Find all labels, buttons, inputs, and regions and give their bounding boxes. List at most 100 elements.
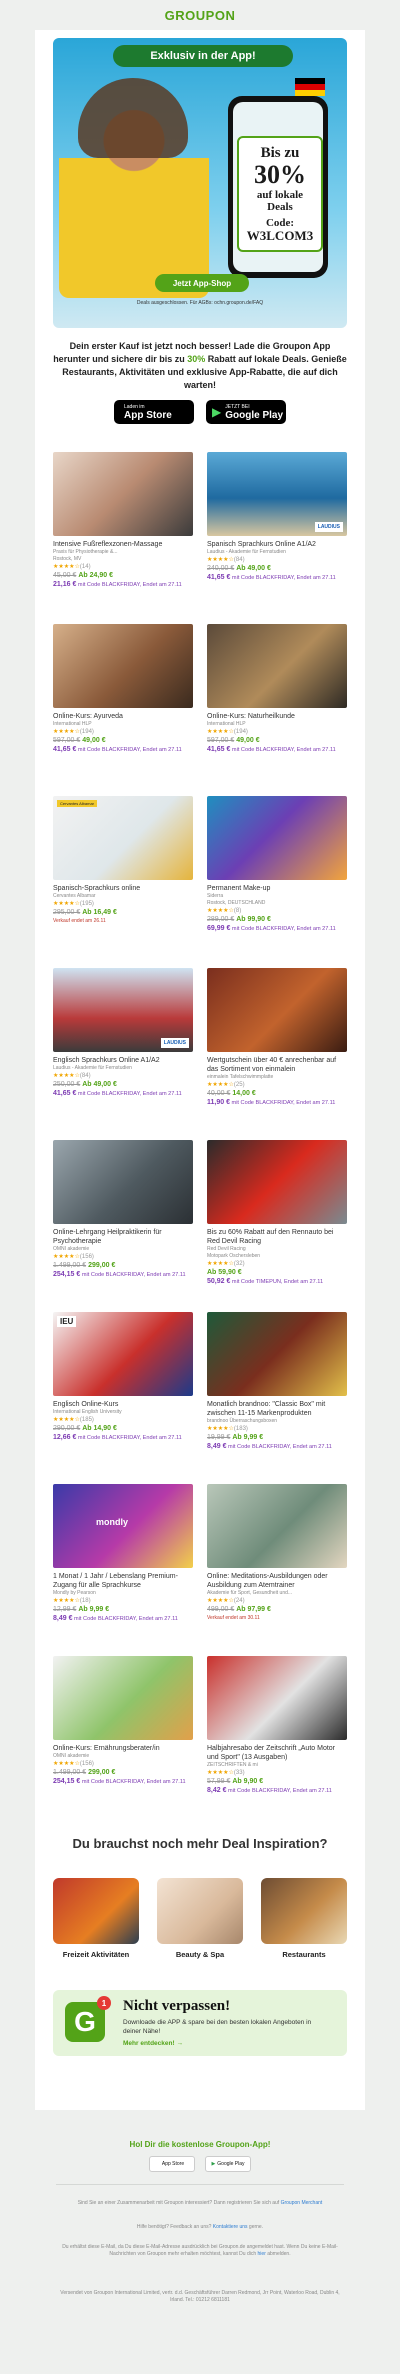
- deal-card[interactable]: Online-Lehrgang Heilpraktikerin für Psyc…: [53, 1140, 193, 1279]
- beauty-image: [157, 1878, 243, 1944]
- new-price: Ab 16,49 €: [82, 909, 117, 916]
- inspiration-freizeit[interactable]: Freizeit Aktivitäten: [53, 1878, 139, 1959]
- deal-title[interactable]: Online-Kurs: Naturheilkunde: [207, 712, 347, 721]
- deal-title[interactable]: Spanisch Sprachkurs Online A1/A2: [207, 540, 347, 549]
- deal-image[interactable]: IEU: [53, 1312, 193, 1396]
- deal-merchant: Red Devil Racing: [207, 1246, 246, 1252]
- deal-image[interactable]: LAUDIUS: [53, 968, 193, 1052]
- deal-title[interactable]: Spanisch-Sprachkurs online: [53, 884, 193, 893]
- deal-card[interactable]: Cervantes Albamar Spanisch-Sprachkurs onl…: [53, 796, 193, 925]
- deal-title[interactable]: Online: Meditations-Ausbildungen oder Au…: [207, 1572, 347, 1590]
- deal-merchant: ZEITSCHRIFTEN & mi: [207, 1762, 258, 1768]
- star-icons: ★★★★☆: [207, 557, 234, 563]
- app-shop-button[interactable]: Jetzt App-Shop: [155, 274, 249, 292]
- deal-card[interactable]: LAUDIUS Englisch Sprachkurs Online A1/A2 L…: [53, 968, 193, 1098]
- deal-merchant: International English University: [53, 1409, 122, 1415]
- promo-price: 12,66 €: [53, 1434, 77, 1441]
- footer-google-play-button[interactable]: ▶ Google Play: [205, 2156, 251, 2172]
- deal-card[interactable]: Wertgutschein über 40 € anrechenbar auf …: [207, 968, 347, 1107]
- deal-title[interactable]: Halbjahresabo der Zeitschrift „Auto Moto…: [207, 1744, 347, 1762]
- rating-stars: ★★★★☆(185): [53, 1416, 193, 1424]
- deal-title[interactable]: Online-Kurs: Ayurveda: [53, 712, 193, 721]
- deal-title[interactable]: 1 Monat / 1 Jahr / Lebenslang Premium-Zu…: [53, 1572, 193, 1590]
- rating-stars: ★★★★☆(14): [53, 563, 193, 571]
- deal-title[interactable]: Bis zu 60% Rabatt auf den Rennauto bei R…: [207, 1228, 347, 1246]
- deal-card[interactable]: Online-Kurs: Naturheilkunde International…: [207, 624, 347, 754]
- inspiration-restaurants[interactable]: Restaurants: [261, 1878, 347, 1959]
- offer-line-1: Bis zu: [260, 145, 300, 161]
- deal-card[interactable]: Online: Meditations-Ausbildungen oder Au…: [207, 1484, 347, 1622]
- deal-card[interactable]: Online-Kurs: Ayurveda International HLP ★★…: [53, 624, 193, 754]
- deal-image[interactable]: [207, 624, 347, 708]
- deal-image[interactable]: LAUDIUS: [207, 452, 347, 536]
- star-icons: ★★★★☆: [53, 564, 80, 570]
- promo-price: 41,65 €: [207, 574, 231, 581]
- deal-image[interactable]: Cervantes Albamar: [53, 796, 193, 880]
- app-promo-box[interactable]: G 1 Nicht verpassen! Downloade die APP &…: [53, 1990, 347, 2056]
- promo-code-line: 50,92 € mit Code TIMEPUN, Endet am 27.11: [207, 1278, 347, 1286]
- sale-expiry: Verkauf endet am 26.11: [53, 918, 106, 924]
- offer-code: W3LCOM3: [246, 228, 314, 243]
- footer-line-2: Hilfe benötigt? Feedback an uns?: [136, 2224, 212, 2230]
- rating-count: (8): [233, 908, 242, 914]
- promo-code-text: mit Code BLACKFRIDAY, Endet am 27.11: [231, 1100, 336, 1106]
- google-play-button[interactable]: ▶ JETZT BEI Google Play: [206, 400, 286, 424]
- promo-code-text: mit Code BLACKFRIDAY, Endet am 27.11: [231, 575, 336, 581]
- deal-card[interactable]: Intensive Fußreflexzonen-Massage Praxis f…: [53, 452, 193, 589]
- deal-card[interactable]: LAUDIUS Spanisch Sprachkurs Online A1/A2 L…: [207, 452, 347, 582]
- star-icons: ★★★★☆: [53, 1254, 80, 1260]
- deal-image[interactable]: [53, 624, 193, 708]
- hair-shape: [78, 78, 188, 158]
- deal-image[interactable]: [207, 1484, 347, 1568]
- deal-merchant: OMNI akademie: [53, 1753, 90, 1759]
- hero-banner-title: Exklusiv in der App!: [113, 45, 293, 67]
- deal-title[interactable]: Intensive Fußreflexzonen-Massage: [53, 540, 193, 549]
- groupon-logo[interactable]: GROUPON: [165, 8, 236, 23]
- deal-image[interactable]: [53, 1656, 193, 1740]
- deal-image[interactable]: [207, 796, 347, 880]
- deal-price: 12,99 € Ab 9,99 €: [53, 1605, 193, 1615]
- deal-title[interactable]: Permanent Make-up: [207, 884, 347, 893]
- rating-count: (156): [79, 1254, 94, 1260]
- rating-stars: ★★★★☆(194): [53, 728, 193, 736]
- deal-title[interactable]: Englisch Sprachkurs Online A1/A2: [53, 1056, 193, 1065]
- deal-card[interactable]: Permanent Make-up Siderra Rostock, DEUTSCH…: [207, 796, 347, 933]
- promo-code-text: mit Code BLACKFRIDAY, Endet am 27.11: [81, 1272, 186, 1278]
- footer-app-store-button[interactable]: App Store: [149, 2156, 195, 2172]
- old-price: 40,00 €: [207, 1090, 231, 1097]
- deal-price: 40,00 €14,00 €: [207, 1089, 347, 1099]
- deal-title[interactable]: Online-Kurs: Ernährungsberater/in: [53, 1744, 193, 1753]
- deal-card[interactable]: Halbjahresabo der Zeitschrift „Auto Moto…: [207, 1656, 347, 1795]
- deal-title[interactable]: Wertgutschein über 40 € anrechenbar auf …: [207, 1056, 347, 1074]
- contact-link[interactable]: Kontaktiere uns: [213, 2224, 248, 2230]
- new-price: 299,00 €: [88, 1262, 116, 1269]
- deal-card[interactable]: mondly 1 Monat / 1 Jahr / Lebenslang Prem…: [53, 1484, 193, 1623]
- deal-title[interactable]: Monatlich brandnoo: "Classic Box" mit zw…: [207, 1400, 347, 1418]
- deal-card[interactable]: Bis zu 60% Rabatt auf den Rennauto bei R…: [207, 1140, 347, 1286]
- deal-card[interactable]: Monatlich brandnoo: "Classic Box" mit zw…: [207, 1312, 347, 1451]
- promo-more-link[interactable]: Mehr entdecken! →: [123, 2040, 183, 2047]
- deal-card[interactable]: IEU Englisch Online-Kurs International Eng…: [53, 1312, 193, 1442]
- hero-banner-image[interactable]: Exklusiv in der App! Bis zu 30% auf loka…: [53, 38, 347, 328]
- deal-image[interactable]: [207, 1140, 347, 1224]
- app-store-button[interactable]: Laden im App Store: [114, 400, 194, 424]
- star-icons: ★★★★☆: [207, 1426, 234, 1432]
- deal-title[interactable]: Englisch Online-Kurs: [53, 1400, 193, 1409]
- deal-image[interactable]: [207, 1312, 347, 1396]
- deal-image[interactable]: [207, 968, 347, 1052]
- deal-image[interactable]: mondly: [53, 1484, 193, 1568]
- deal-image[interactable]: [53, 1140, 193, 1224]
- old-price: 597,00 €: [207, 737, 235, 744]
- unsubscribe-link[interactable]: hier: [258, 2251, 266, 2257]
- star-icons: ★★★★☆: [207, 1261, 234, 1267]
- deal-title[interactable]: Online-Lehrgang Heilpraktikerin für Psyc…: [53, 1228, 193, 1246]
- deal-image[interactable]: [207, 1656, 347, 1740]
- old-price: 57,99 €: [207, 1778, 231, 1785]
- merchant-link[interactable]: Groupon Merchant: [281, 2200, 323, 2206]
- deal-image[interactable]: [53, 452, 193, 536]
- rating-count: (14): [79, 564, 91, 570]
- restaurants-image: [261, 1878, 347, 1944]
- deal-card[interactable]: Online-Kurs: Ernährungsberater/in OMNI ak…: [53, 1656, 193, 1786]
- inspiration-beauty[interactable]: Beauty & Spa: [157, 1878, 243, 1959]
- star-icons: ★★★★☆: [207, 1598, 234, 1604]
